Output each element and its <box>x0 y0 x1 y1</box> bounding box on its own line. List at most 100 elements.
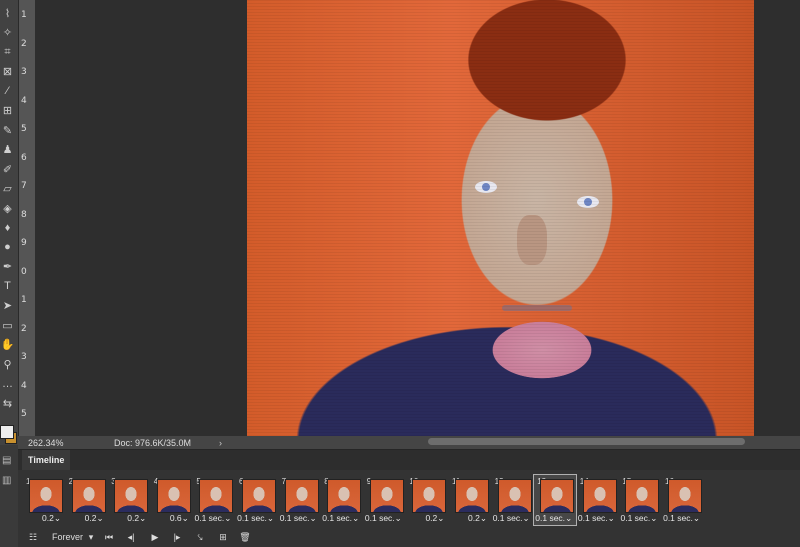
animation-frame[interactable]: 100.2⌄ <box>405 474 449 526</box>
animation-frame[interactable]: 130.1 sec.⌄ <box>533 474 578 526</box>
animation-frame[interactable]: 150.1 sec.⌄ <box>618 474 662 526</box>
frame-delay-select[interactable]: 0.1 sec.⌄ <box>535 513 572 524</box>
path-selection-icon[interactable]: ➤ <box>0 297 15 315</box>
chevron-down-icon: ⌄ <box>53 513 61 523</box>
frame-delay-select[interactable]: 0.1 sec.⌄ <box>194 513 231 524</box>
frame-delay-value: 0.1 sec. <box>194 513 225 523</box>
frame-thumbnail <box>284 479 319 513</box>
layers-icon[interactable]: ▤ <box>2 455 11 466</box>
frame-delay-select[interactable]: 0.1 sec.⌄ <box>237 513 274 524</box>
crop-icon[interactable]: ⌗ <box>0 43 15 61</box>
channels-icon[interactable]: ▥ <box>2 475 11 486</box>
frame-delay-select[interactable]: 0.2⌄ <box>85 513 104 524</box>
frame-delay-select[interactable]: 0.2⌄ <box>468 513 487 524</box>
tools-panel: ⌇ ✧ ⌗ ⊠ ⁄ ⊞ ✎ ♟ ✐ ▱ ◈ ♦ ● ✒ T ➤ ▭ ✋ ⚲ … ⇆ <box>0 0 18 445</box>
healing-brush-icon[interactable]: ⊞ <box>0 102 15 120</box>
status-menu-arrow[interactable]: › <box>219 438 222 448</box>
zoom-level[interactable]: 262.34% <box>28 438 88 448</box>
animation-frame[interactable]: 80.1 sec.⌄ <box>320 474 364 526</box>
ruler-label: 3 <box>21 352 27 362</box>
swap-colors-icon[interactable]: ⇆ <box>0 394 15 412</box>
animation-frame[interactable]: 140.1 sec.⌄ <box>576 474 620 526</box>
blur-icon[interactable]: ♦ <box>0 219 15 237</box>
foreground-color-swatch[interactable] <box>0 425 14 439</box>
frame-thumbnail <box>156 479 191 513</box>
paint-bucket-icon[interactable]: ◈ <box>0 199 15 217</box>
previous-frame-icon[interactable]: ◂| <box>124 529 138 545</box>
ruler-label: 4 <box>21 380 27 391</box>
vertical-ruler: 1 2 3 4 5 6 7 8 9 0 1 2 3 4 5 <box>18 0 36 436</box>
first-frame-icon[interactable]: ⏮ <box>102 529 116 545</box>
frame-delay-select[interactable]: 0.2⌄ <box>42 513 61 524</box>
history-brush-icon[interactable]: ✐ <box>0 160 15 178</box>
frame-delay-value: 0.1 sec. <box>620 513 651 523</box>
chevron-down-icon: ⌄ <box>181 513 189 523</box>
animation-frame[interactable]: 50.1 sec.⌄ <box>192 474 236 526</box>
ruler-label: 5 <box>21 124 27 134</box>
frame-delay-select[interactable]: 0.1 sec.⌄ <box>365 513 402 524</box>
eraser-icon[interactable]: ▱ <box>0 180 15 198</box>
frame-delay-select[interactable]: 0.1 sec.⌄ <box>578 513 615 524</box>
frame-delay-value: 0.1 sec. <box>237 513 267 523</box>
ruler-label: 7 <box>21 181 27 191</box>
eyedropper-icon[interactable]: ⁄ <box>0 82 15 100</box>
frame-delay-select[interactable]: 0.2⌄ <box>425 513 444 524</box>
duplicate-frame-icon[interactable]: ⊞ <box>216 529 230 545</box>
chevron-down-icon: ⌄ <box>139 513 147 523</box>
animation-frame[interactable]: 40.6⌄ <box>150 474 194 526</box>
tween-icon[interactable]: ⤥ <box>193 529 207 545</box>
convert-timeline-icon[interactable]: ☷ <box>26 529 40 545</box>
frame-delay-value: 0.2 <box>127 513 140 523</box>
frame-delay-select[interactable]: 0.1 sec.⌄ <box>663 513 700 524</box>
frame-delay-value: 0.2 <box>425 513 438 523</box>
zoom-icon[interactable]: ⚲ <box>0 355 15 373</box>
magic-wand-icon[interactable]: ✧ <box>0 24 15 42</box>
more-tools-icon[interactable]: … <box>0 375 15 393</box>
delete-frame-icon[interactable]: 🗑 <box>238 529 252 545</box>
dodge-icon[interactable]: ● <box>0 238 15 256</box>
next-frame-icon[interactable]: |▸ <box>170 529 184 545</box>
frame-icon[interactable]: ⊠ <box>0 63 15 81</box>
frame-thumbnail <box>29 479 63 513</box>
animation-frame[interactable]: 120.1 sec.⌄ <box>491 474 535 526</box>
animation-frame[interactable]: 10.2⌄ <box>22 474 66 526</box>
frame-delay-select[interactable]: 0.2⌄ <box>127 513 146 524</box>
frame-delay-select[interactable]: 0.1 sec.⌄ <box>280 513 317 524</box>
horizontal-scrollbar[interactable] <box>428 438 745 445</box>
rectangle-icon[interactable]: ▭ <box>0 316 15 334</box>
frame-delay-select[interactable]: 0.1 sec.⌄ <box>620 513 657 524</box>
animation-frame[interactable]: 30.2⌄ <box>107 474 151 526</box>
tab-timeline[interactable]: Timeline <box>22 450 71 470</box>
frame-thumbnail <box>369 479 404 513</box>
chevron-down-icon: ⌄ <box>352 513 360 523</box>
chevron-down-icon: ⌄ <box>522 513 530 523</box>
animation-frame[interactable]: 160.1 sec.⌄ <box>661 474 705 526</box>
animation-frame[interactable]: 60.1 sec.⌄ <box>235 474 279 526</box>
document-canvas[interactable] <box>35 0 800 436</box>
stamp-icon[interactable]: ♟ <box>0 141 15 159</box>
ruler-label: 8 <box>21 209 27 220</box>
animation-frame[interactable]: 20.2⌄ <box>65 474 109 526</box>
chevron-down-icon[interactable]: ▾ <box>86 529 96 545</box>
play-icon[interactable]: ▶ <box>148 529 162 545</box>
brush-icon[interactable]: ✎ <box>0 121 15 139</box>
frame-delay-select[interactable]: 0.1 sec.⌄ <box>322 513 359 524</box>
ruler-label: 0 <box>21 266 27 277</box>
frame-thumbnail <box>625 479 660 513</box>
frame-delay-value: 0.2 <box>42 513 54 523</box>
chevron-down-icon: ⌄ <box>224 513 232 523</box>
animation-frame[interactable]: 70.1 sec.⌄ <box>278 474 322 526</box>
lasso-icon[interactable]: ⌇ <box>0 4 15 22</box>
frame-delay-select[interactable]: 0.6⌄ <box>170 513 189 524</box>
chevron-down-icon: ⌄ <box>607 513 615 523</box>
frame-thumbnail <box>540 479 575 513</box>
hand-icon[interactable]: ✋ <box>0 336 15 354</box>
frame-thumbnail <box>327 479 362 513</box>
frame-delay-select[interactable]: 0.1 sec.⌄ <box>493 513 530 524</box>
frame-thumbnail <box>114 479 149 513</box>
animation-frame[interactable]: 110.2⌄ <box>448 474 492 526</box>
pen-icon[interactable]: ✒ <box>0 258 15 276</box>
type-icon[interactable]: T <box>0 277 15 295</box>
animation-frame[interactable]: 90.1 sec.⌄ <box>363 474 407 526</box>
chevron-down-icon: ⌄ <box>437 513 445 523</box>
